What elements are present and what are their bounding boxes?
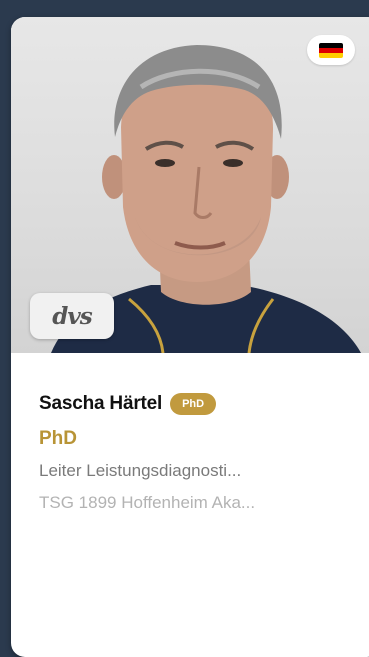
organization-label: TSG 1899 Hoffenheim Aka... <box>39 493 256 512</box>
profile-info: Sascha Härtel PhD PhD Leiter Leistungsdi… <box>11 353 369 513</box>
profile-name[interactable]: Sascha Härtel <box>39 393 162 415</box>
profile-photo: dvs <box>11 17 369 353</box>
name-row: Sascha Härtel PhD <box>39 389 369 419</box>
germany-flag-icon <box>319 42 343 58</box>
role-label: Leiter Leistungsdiagnosti... <box>39 461 242 480</box>
degree-label: PhD <box>39 428 77 449</box>
nationality-badge <box>307 35 355 65</box>
organization-logo-badge: dvs <box>30 293 114 339</box>
title-badge: PhD <box>170 393 217 415</box>
profile-card[interactable]: dvs Sascha Härtel PhD PhD Leiter Leistun… <box>11 17 369 657</box>
dvs-logo: dvs <box>52 302 92 330</box>
